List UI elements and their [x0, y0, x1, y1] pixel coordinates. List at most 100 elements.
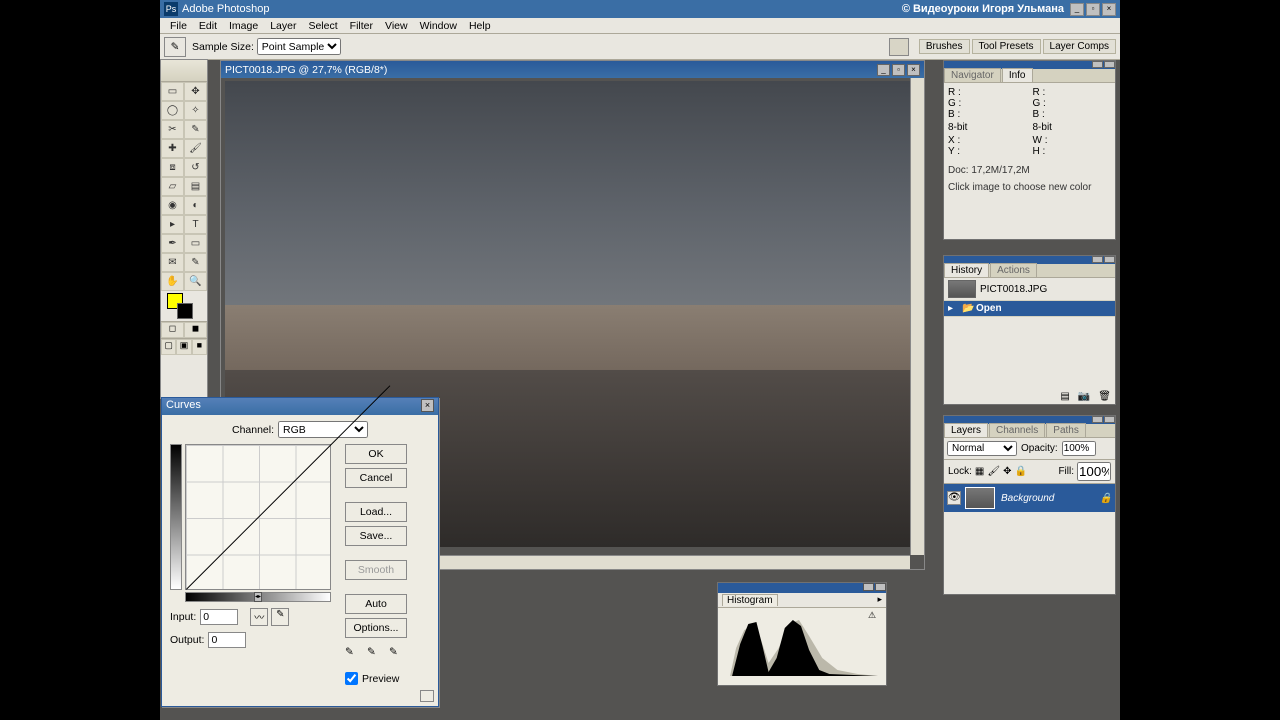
path-tool-icon[interactable]: ▸ [161, 215, 184, 234]
palette-well-icon[interactable] [889, 38, 909, 56]
menu-window[interactable]: Window [414, 20, 463, 32]
menu-edit[interactable]: Edit [193, 20, 223, 32]
toolbox-header[interactable] [161, 60, 207, 82]
panel-min-icon[interactable] [863, 583, 874, 591]
type-tool-icon[interactable]: T [184, 215, 207, 234]
tab-actions[interactable]: Actions [990, 263, 1037, 277]
opacity-input[interactable] [1062, 441, 1096, 456]
tab-history[interactable]: History [944, 263, 989, 277]
curve-pencil-tool-icon[interactable]: ✎ [271, 608, 289, 626]
tab-brushes[interactable]: Brushes [919, 39, 970, 54]
screenmode-2-icon[interactable]: ▣ [176, 339, 191, 355]
tab-histogram[interactable]: Histogram [722, 594, 778, 606]
doc-close-button[interactable]: × [907, 64, 920, 76]
color-swatches[interactable] [161, 291, 207, 321]
tab-info[interactable]: Info [1002, 68, 1033, 82]
smooth-button[interactable]: Smooth [345, 560, 407, 580]
tab-paths[interactable]: Paths [1046, 423, 1086, 437]
pen-tool-icon[interactable]: ✒ [161, 234, 184, 253]
heal-tool-icon[interactable]: ✚ [161, 139, 184, 158]
quickmask-standard-icon[interactable]: ◻ [161, 322, 184, 338]
history-brush-icon[interactable]: ↺ [184, 158, 207, 177]
channel-select[interactable]: RGB [278, 421, 368, 438]
menu-image[interactable]: Image [223, 20, 264, 32]
eyedropper-black-icon[interactable]: ✎ [345, 646, 361, 662]
minimize-button[interactable]: _ [1070, 3, 1084, 16]
maximize-button[interactable]: ▫ [1086, 3, 1100, 16]
eyedropper-white-icon[interactable]: ✎ [389, 646, 405, 662]
panel-min-icon[interactable] [1092, 256, 1103, 263]
panel-min-icon[interactable] [1092, 61, 1103, 68]
new-snapshot-icon[interactable]: 📷 [1078, 391, 1090, 402]
wand-tool-icon[interactable]: ✧ [184, 101, 207, 120]
eyedropper-gray-icon[interactable]: ✎ [367, 646, 383, 662]
curves-graph[interactable] [185, 444, 331, 590]
load-button[interactable]: Load... [345, 502, 407, 522]
history-snapshot[interactable]: PICT0018.JPG [944, 278, 1115, 301]
doc-minimize-button[interactable]: _ [877, 64, 890, 76]
lock-position-icon[interactable]: ✥ [1003, 466, 1011, 477]
stamp-tool-icon[interactable]: ⧈ [161, 158, 184, 177]
document-titlebar[interactable]: PICT0018.JPG @ 27,7% (RGB/8*) _ ▫ × [221, 61, 924, 78]
panel-close-icon[interactable] [875, 583, 886, 591]
eyedropper-tool-icon[interactable]: ✎ [184, 253, 207, 272]
active-tool-icon[interactable]: ✎ [164, 37, 186, 57]
panel-close-icon[interactable] [1104, 61, 1115, 68]
preview-checkbox[interactable] [345, 672, 358, 685]
screenmode-3-icon[interactable]: ■ [192, 339, 207, 355]
brush-tool-icon[interactable]: 🖌 [184, 139, 207, 158]
hand-tool-icon[interactable]: ✋ [161, 272, 184, 291]
resize-grip-icon[interactable] [420, 690, 434, 702]
move-tool-icon[interactable]: ✥ [184, 82, 207, 101]
fill-input[interactable] [1077, 462, 1111, 481]
horizontal-gradient[interactable]: ◂▸ [185, 592, 331, 602]
gradient-handle[interactable]: ◂▸ [254, 592, 262, 602]
ok-button[interactable]: OK [345, 444, 407, 464]
options-button[interactable]: Options... [345, 618, 407, 638]
curves-titlebar[interactable]: Curves × [162, 398, 438, 415]
auto-button[interactable]: Auto [345, 594, 407, 614]
panel-menu-icon[interactable]: ▸ [877, 594, 882, 606]
panel-min-icon[interactable] [1092, 416, 1103, 423]
shape-tool-icon[interactable]: ▭ [184, 234, 207, 253]
eraser-tool-icon[interactable]: ▱ [161, 177, 184, 196]
output-field[interactable] [208, 632, 246, 648]
lasso-tool-icon[interactable]: ◯ [161, 101, 184, 120]
menu-view[interactable]: View [379, 20, 414, 32]
lock-all-icon[interactable]: 🔒 [1014, 466, 1026, 477]
menu-filter[interactable]: Filter [344, 20, 379, 32]
marquee-tool-icon[interactable]: ▭ [161, 82, 184, 101]
delete-state-icon[interactable]: 🗑 [1098, 391, 1111, 402]
curve-point-tool-icon[interactable]: 〰 [250, 608, 268, 626]
background-swatch[interactable] [177, 303, 193, 319]
save-button[interactable]: Save... [345, 526, 407, 546]
blend-mode-select[interactable]: Normal [947, 441, 1017, 456]
menu-file[interactable]: File [164, 20, 193, 32]
tab-navigator[interactable]: Navigator [944, 68, 1001, 82]
tab-channels[interactable]: Channels [989, 423, 1045, 437]
cancel-button[interactable]: Cancel [345, 468, 407, 488]
menu-layer[interactable]: Layer [264, 20, 302, 32]
doc-maximize-button[interactable]: ▫ [892, 64, 905, 76]
notes-tool-icon[interactable]: ✉ [161, 253, 184, 272]
panel-close-icon[interactable] [1104, 416, 1115, 423]
quickmask-mask-icon[interactable]: ◼ [184, 322, 207, 338]
input-field[interactable] [200, 609, 238, 625]
lock-pixels-icon[interactable]: 🖌 [987, 466, 1000, 477]
tab-layer-comps[interactable]: Layer Comps [1043, 39, 1116, 54]
panel-close-icon[interactable] [1104, 256, 1115, 263]
scrollbar-vertical[interactable] [910, 78, 924, 555]
menu-select[interactable]: Select [302, 20, 343, 32]
close-button[interactable]: × [1102, 3, 1116, 16]
sample-size-select[interactable]: Point Sample [257, 38, 341, 55]
new-document-icon[interactable]: ▤ [1060, 391, 1069, 402]
tab-tool-presets[interactable]: Tool Presets [972, 39, 1041, 54]
eye-icon[interactable]: 👁 [947, 491, 961, 505]
blur-tool-icon[interactable]: ◉ [161, 196, 184, 215]
dodge-tool-icon[interactable]: ◐ [184, 196, 207, 215]
gradient-tool-icon[interactable]: ▤ [184, 177, 207, 196]
tab-layers[interactable]: Layers [944, 423, 988, 437]
screenmode-1-icon[interactable]: ▢ [161, 339, 176, 355]
slice-tool-icon[interactable]: ✎ [184, 120, 207, 139]
menu-help[interactable]: Help [463, 20, 497, 32]
